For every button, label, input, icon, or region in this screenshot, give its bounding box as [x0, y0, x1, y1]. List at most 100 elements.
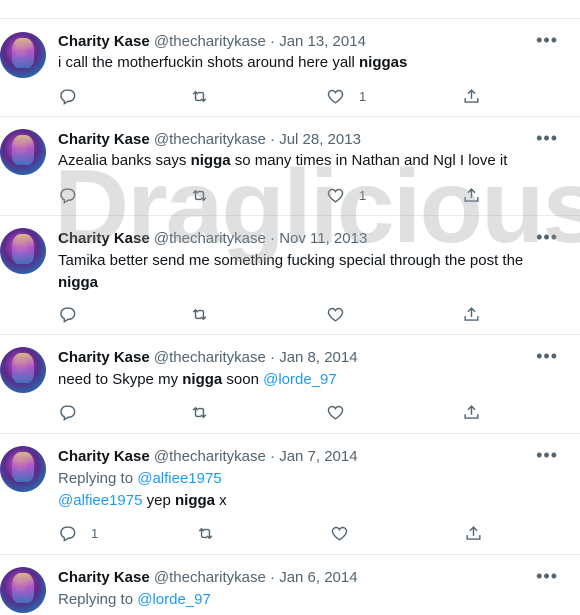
tweet-text-highlight: nigga	[175, 492, 215, 509]
tweet-text-highlight: nigga	[182, 371, 223, 388]
tweet[interactable]: Charity Kase @thecharitykase · Jan 7, 20…	[0, 434, 580, 555]
tweet-text-highlight: niggas	[359, 54, 408, 71]
tweet-text: i call the motherfuckin shots around her…	[58, 52, 558, 74]
tweet-actions: 1	[58, 523, 498, 543]
share-button[interactable]	[462, 86, 481, 106]
tweet[interactable]: Charity Kase @thecharitykase · Jan 13, 2…	[0, 18, 580, 117]
separator-dot: ·	[270, 448, 276, 465]
share-icon	[462, 305, 481, 324]
tweet-header: Charity Kase @thecharitykase · Nov 11, 2…	[58, 230, 367, 247]
avatar[interactable]	[0, 347, 46, 393]
mention-link[interactable]: @alfiee1975	[58, 492, 142, 509]
tweet-text-part: Azealia banks says	[58, 152, 191, 169]
tweet[interactable]: Charity Kase @thecharitykase · Nov 11, 2…	[0, 216, 580, 335]
reply-icon	[58, 305, 77, 324]
tweet-text-part: Tamika better send me something fucking …	[58, 252, 524, 269]
more-options-icon[interactable]: •••	[536, 128, 558, 149]
retweet-button[interactable]	[190, 304, 209, 324]
more-options-icon[interactable]: •••	[536, 445, 558, 466]
separator-dot: ·	[270, 230, 276, 247]
reply-button[interactable]: 1	[58, 523, 98, 543]
reply-icon	[58, 186, 77, 205]
user-handle[interactable]: @thecharitykase	[154, 33, 266, 50]
reply-button[interactable]	[58, 402, 77, 422]
share-icon	[462, 87, 481, 106]
retweet-button[interactable]	[190, 86, 209, 106]
display-name[interactable]: Charity Kase	[58, 230, 150, 247]
tweet-date[interactable]: Jan 13, 2014	[279, 33, 366, 50]
like-button[interactable]: 1	[326, 185, 366, 205]
reply-icon	[58, 87, 77, 106]
tweet-header: Charity Kase @thecharitykase · Jan 13, 2…	[58, 33, 366, 50]
more-options-icon[interactable]: •••	[536, 30, 558, 51]
tweet-text-part: soon	[222, 371, 264, 388]
heart-icon	[326, 186, 345, 205]
reply-button[interactable]	[58, 185, 77, 205]
tweet-text: Azealia banks says nigga so many times i…	[58, 150, 558, 172]
tweet-text-part: x	[215, 492, 227, 509]
reply-button[interactable]	[58, 304, 77, 324]
user-handle[interactable]: @thecharitykase	[154, 569, 266, 586]
tweet[interactable]: Charity Kase @thecharitykase · Jul 28, 2…	[0, 117, 580, 216]
retweet-button[interactable]	[190, 402, 209, 422]
user-handle[interactable]: @thecharitykase	[154, 448, 266, 465]
user-handle[interactable]: @thecharitykase	[154, 349, 266, 366]
mention-link[interactable]: @lorde_97	[263, 371, 337, 388]
tweet-text-part: yep	[142, 492, 175, 509]
like-button[interactable]	[326, 402, 345, 422]
display-name[interactable]: Charity Kase	[58, 349, 150, 366]
reply-icon	[58, 524, 77, 543]
share-button[interactable]	[462, 304, 481, 324]
display-name[interactable]: Charity Kase	[58, 448, 150, 465]
avatar[interactable]	[0, 228, 46, 274]
share-button[interactable]	[462, 185, 481, 205]
reply-count: 1	[91, 525, 99, 541]
tweet-date[interactable]: Jul 28, 2013	[279, 131, 361, 148]
share-button[interactable]	[462, 402, 481, 422]
share-button[interactable]	[464, 523, 483, 543]
tweet-date[interactable]: Jan 8, 2014	[279, 349, 357, 366]
retweet-button[interactable]	[196, 523, 215, 543]
tweet-actions: 1	[58, 185, 498, 205]
display-name[interactable]: Charity Kase	[58, 33, 150, 50]
replying-to-label: Replying to	[58, 470, 138, 487]
tweet[interactable]: Charity Kase @thecharitykase · Jan 6, 20…	[0, 555, 580, 615]
like-count: 1	[359, 187, 367, 203]
replying-to-link[interactable]: @alfiee1975	[137, 470, 221, 487]
more-options-icon[interactable]: •••	[536, 346, 558, 367]
tweet[interactable]: Charity Kase @thecharitykase · Jan 8, 20…	[0, 335, 580, 434]
tweet-actions	[58, 304, 498, 324]
display-name[interactable]: Charity Kase	[58, 569, 150, 586]
separator-dot: ·	[270, 569, 276, 586]
tweet-date[interactable]: Nov 11, 2013	[279, 230, 367, 247]
reply-icon	[58, 403, 77, 422]
retweet-icon	[190, 186, 209, 205]
tweet-text-part: i call the motherfuckin shots around her…	[58, 54, 359, 71]
like-button[interactable]: 1	[326, 86, 366, 106]
more-options-icon[interactable]: •••	[536, 566, 558, 587]
avatar[interactable]	[0, 567, 46, 613]
display-name[interactable]: Charity Kase	[58, 131, 150, 148]
tweet-text: need to Skype my nigga soon @lorde_97	[58, 369, 558, 391]
like-button[interactable]	[330, 523, 349, 543]
retweet-icon	[190, 403, 209, 422]
tweet-actions: 1	[58, 86, 498, 106]
share-icon	[464, 524, 483, 543]
avatar[interactable]	[0, 129, 46, 175]
tweet-text-part: so many times in Nathan and Ngl I love i…	[230, 152, 508, 169]
avatar[interactable]	[0, 32, 46, 78]
like-button[interactable]	[326, 304, 345, 324]
user-handle[interactable]: @thecharitykase	[154, 131, 266, 148]
separator-dot: ·	[270, 33, 276, 50]
share-icon	[462, 186, 481, 205]
retweet-button[interactable]	[190, 185, 209, 205]
user-handle[interactable]: @thecharitykase	[154, 230, 266, 247]
tweet-date[interactable]: Jan 6, 2014	[279, 569, 357, 586]
separator-dot: ·	[270, 131, 276, 148]
tweet-date[interactable]: Jan 7, 2014	[279, 448, 357, 465]
tweet-header: Charity Kase @thecharitykase · Jul 28, 2…	[58, 131, 361, 148]
more-options-icon[interactable]: •••	[536, 227, 558, 248]
avatar[interactable]	[0, 446, 46, 492]
reply-button[interactable]	[58, 86, 77, 106]
tweet-actions	[58, 402, 498, 422]
